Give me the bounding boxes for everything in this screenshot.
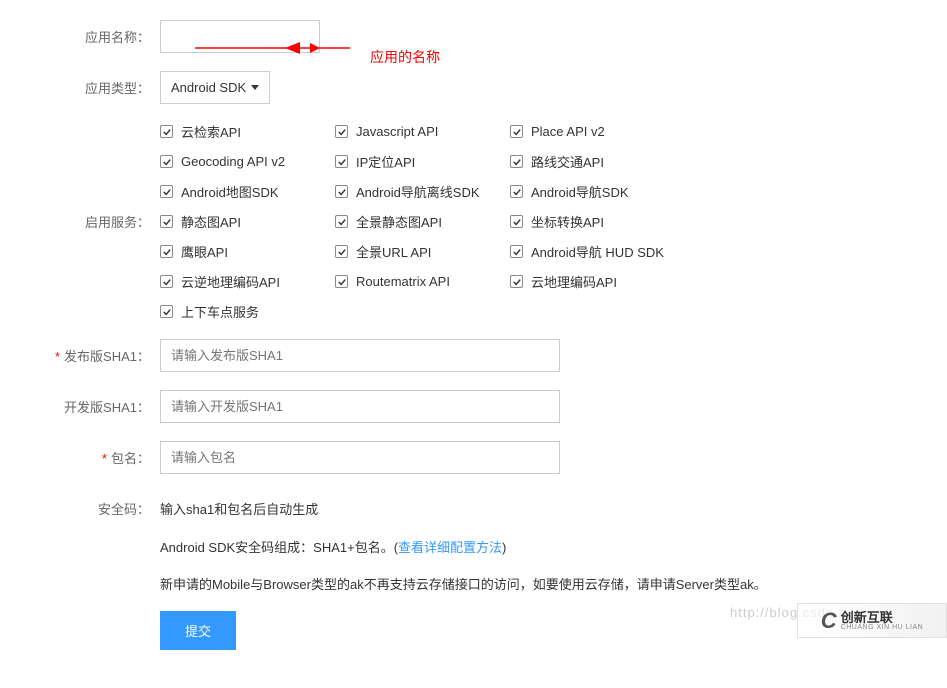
service-checkbox-item[interactable]: 路线交通API <box>510 152 685 171</box>
service-checkbox-item[interactable]: Place API v2 <box>510 122 685 141</box>
config-detail-link[interactable]: 查看详细配置方法 <box>398 540 502 555</box>
service-label: Android导航 HUD SDK <box>531 242 664 261</box>
checkbox-icon <box>335 185 348 198</box>
checkbox-icon <box>160 275 173 288</box>
service-checkbox-item[interactable]: Android地图SDK <box>160 182 335 201</box>
service-label: 全景URL API <box>356 242 431 261</box>
package-name-input[interactable] <box>160 441 560 474</box>
service-label: 坐标转换API <box>531 212 604 231</box>
service-label: 静态图API <box>181 212 241 231</box>
service-checkbox-item[interactable]: 云逆地理编码API <box>160 272 335 291</box>
checkbox-icon <box>160 125 173 138</box>
required-mark: * <box>102 451 107 466</box>
service-checkbox-item[interactable]: 鹰眼API <box>160 242 335 261</box>
service-checkbox-item[interactable]: Android导航 HUD SDK <box>510 242 685 261</box>
service-checkbox-item[interactable]: 坐标转换API <box>510 212 685 231</box>
chevron-down-icon <box>251 85 259 90</box>
service-checkbox-item[interactable]: Javascript API <box>335 122 510 141</box>
app-type-label: 应用类型： <box>50 71 160 97</box>
checkbox-icon <box>510 275 523 288</box>
service-label: 云地理编码API <box>531 272 617 291</box>
help-text-ak: 新申请的Mobile与Browser类型的ak不再支持云存储接口的访问，如要使用… <box>160 573 927 596</box>
service-checkbox-item[interactable]: 全景静态图API <box>335 212 510 231</box>
dev-sha1-input[interactable] <box>160 390 560 423</box>
required-mark: * <box>55 349 60 364</box>
service-label: 全景静态图API <box>356 212 442 231</box>
service-checkbox-item[interactable]: Android导航SDK <box>510 182 685 201</box>
service-label: IP定位API <box>356 152 415 171</box>
security-code-label: 安全码： <box>50 492 160 518</box>
service-label: Android地图SDK <box>181 182 279 201</box>
service-label: 路线交通API <box>531 152 604 171</box>
service-checkbox-item[interactable]: 云检索API <box>160 122 335 141</box>
services-label: 启用服务： <box>50 122 160 231</box>
service-checkbox-item[interactable]: 全景URL API <box>335 242 510 261</box>
help-text-sdk: Android SDK安全码组成：SHA1+包名。(查看详细配置方法) <box>160 536 927 559</box>
logo-icon: C <box>821 608 837 634</box>
annotation-text: 应用的名称 <box>370 47 440 67</box>
services-checkbox-grid: 云检索API Javascript API Place API v2 Geocodin… <box>160 122 927 321</box>
checkbox-icon <box>160 245 173 258</box>
checkbox-icon <box>510 155 523 168</box>
watermark-logo: C 创新互联 CHUANG XIN HU LIAN <box>797 603 947 638</box>
checkbox-icon <box>510 185 523 198</box>
service-label: Android导航SDK <box>531 182 629 201</box>
service-label: Android导航离线SDK <box>356 182 480 201</box>
logo-en-text: CHUANG XIN HU LIAN <box>841 624 924 631</box>
checkbox-icon <box>510 245 523 258</box>
checkbox-icon <box>160 155 173 168</box>
app-type-select[interactable]: Android SDK <box>160 71 270 104</box>
checkbox-icon <box>335 125 348 138</box>
service-label: Geocoding API v2 <box>181 154 285 169</box>
service-label: 鹰眼API <box>181 242 228 261</box>
package-name-label: *包名： <box>50 441 160 467</box>
checkbox-icon <box>160 215 173 228</box>
service-label: 上下车点服务 <box>181 302 259 321</box>
app-type-value: Android SDK <box>171 80 246 95</box>
service-label: 云检索API <box>181 122 241 141</box>
service-checkbox-item[interactable]: Routematrix API <box>335 272 510 291</box>
checkbox-icon <box>510 125 523 138</box>
service-checkbox-item[interactable]: 云地理编码API <box>510 272 685 291</box>
checkbox-icon <box>335 275 348 288</box>
app-name-label: 应用名称： <box>50 20 160 46</box>
service-label: Routematrix API <box>356 274 450 289</box>
dev-sha1-label: 开发版SHA1： <box>50 390 160 416</box>
security-code-hint: 输入sha1和包名后自动生成 <box>160 492 927 518</box>
service-label: Javascript API <box>356 124 438 139</box>
release-sha1-input[interactable] <box>160 339 560 372</box>
annotation-arrow-icon <box>185 36 350 61</box>
service-checkbox-item[interactable]: 静态图API <box>160 212 335 231</box>
logo-cn-text: 创新互联 <box>841 611 924 624</box>
checkbox-icon <box>160 185 173 198</box>
service-checkbox-item[interactable]: IP定位API <box>335 152 510 171</box>
service-checkbox-item[interactable]: Android导航离线SDK <box>335 182 510 201</box>
service-checkbox-item[interactable]: Geocoding API v2 <box>160 152 335 171</box>
checkbox-icon <box>335 155 348 168</box>
release-sha1-label: *发布版SHA1： <box>50 339 160 365</box>
service-label: Place API v2 <box>531 124 605 139</box>
checkbox-icon <box>335 245 348 258</box>
service-label: 云逆地理编码API <box>181 272 280 291</box>
submit-button[interactable]: 提交 <box>160 611 236 650</box>
checkbox-icon <box>160 305 173 318</box>
service-checkbox-item[interactable]: 上下车点服务 <box>160 302 335 321</box>
checkbox-icon <box>335 215 348 228</box>
checkbox-icon <box>510 215 523 228</box>
